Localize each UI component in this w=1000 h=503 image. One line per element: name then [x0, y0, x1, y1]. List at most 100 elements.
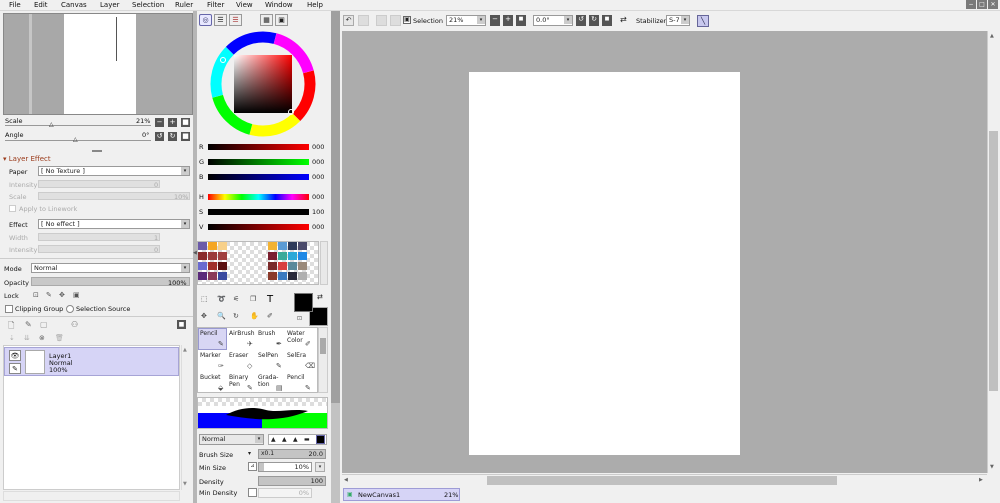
flip-horizontal-icon[interactable]: ⇄ [620, 15, 627, 24]
move-icon[interactable]: ✥ [201, 312, 207, 320]
tool-label[interactable]: Pencil [200, 330, 218, 337]
layer-hscrollbar[interactable] [3, 491, 180, 501]
zoom-reset-button[interactable]: ■ [516, 15, 526, 26]
new-folder-icon[interactable]: ▢ [40, 320, 48, 329]
menu-view[interactable]: View [236, 1, 253, 9]
zoom-select[interactable]: 21% ▾ [446, 15, 486, 26]
min-size-slider[interactable]: 10% [258, 462, 312, 472]
color-wheel-tab-icon[interactable]: ◎ [199, 14, 212, 26]
panel-splitter-grip[interactable] [92, 150, 102, 152]
new-layer-icon[interactable]: 🗋 [8, 320, 14, 334]
primary-color[interactable] [294, 293, 313, 312]
magic-wand-icon[interactable]: ⚟ [233, 295, 239, 303]
v-slider[interactable] [208, 224, 309, 230]
intensity-slider[interactable] [38, 180, 160, 188]
density-slider[interactable]: 100 [258, 476, 326, 486]
redo-icon[interactable] [358, 15, 369, 26]
menu-ruler[interactable]: Ruler [175, 1, 193, 9]
undo-icon[interactable]: ↶ [343, 15, 354, 26]
rotate-right-button[interactable]: ↻ [589, 15, 599, 26]
tool-label[interactable]: Pencil [287, 374, 305, 381]
chevron-down-icon[interactable]: ▾ [248, 450, 251, 457]
show-selection-checkbox[interactable]: ▣ [403, 16, 411, 24]
angle-slider-thumb[interactable]: △ [73, 136, 78, 143]
r-slider[interactable] [208, 144, 309, 150]
hsv-slider-tab-icon[interactable]: ☰ [229, 14, 242, 26]
brush-shape-icon[interactable]: ▬ [304, 436, 310, 443]
rotate-left-button[interactable]: ↺ [576, 15, 586, 26]
color-swatch[interactable] [278, 252, 287, 260]
zoom-reset-button[interactable]: ■ [181, 118, 190, 127]
tool-grid-scrollbar[interactable] [318, 327, 328, 393]
lasso-icon[interactable]: ➰ [217, 295, 226, 303]
canvas-vscrollbar[interactable]: ▲ ▼ [987, 31, 999, 473]
scroll-up-icon[interactable]: ▲ [990, 33, 994, 39]
color-swatch[interactable] [208, 242, 217, 250]
menu-file[interactable]: File [9, 1, 21, 9]
merge-down-icon[interactable]: ⇊ [24, 334, 30, 342]
min-density-pressure-checkbox[interactable] [248, 488, 257, 497]
transfer-down-icon[interactable]: ⇣ [9, 334, 15, 342]
lock-paint-icon[interactable]: ✎ [46, 291, 52, 299]
color-swatch[interactable] [218, 242, 227, 250]
tool-label[interactable]: AirBrush [229, 330, 255, 337]
h-slider[interactable] [208, 194, 309, 200]
apply-linework-checkbox[interactable] [9, 205, 16, 212]
color-swatch[interactable] [298, 272, 307, 280]
canvas-vscroll-thumb[interactable] [989, 131, 998, 391]
zoom-in-button[interactable]: + [503, 15, 513, 26]
tool-label[interactable]: Marker [200, 352, 221, 359]
scroll-right-icon[interactable]: ▶ [979, 477, 983, 483]
color-swatch[interactable] [218, 252, 227, 260]
intensity2-slider[interactable] [38, 245, 160, 253]
tool-panel-scrollbar[interactable] [331, 11, 340, 403]
brush-shape-square-selected[interactable] [316, 435, 325, 444]
invert-selection-icon[interactable] [390, 15, 401, 26]
color-swatch[interactable] [288, 242, 297, 250]
scratchpad-tab-icon[interactable]: ▣ [275, 14, 288, 26]
menu-help[interactable]: Help [307, 1, 323, 9]
scroll-down-icon[interactable]: ▼ [183, 481, 187, 487]
rotate-reset-button[interactable]: ■ [602, 15, 612, 26]
scroll-left-icon[interactable]: ◀ [344, 477, 348, 483]
blend-mode-select[interactable]: Normal ▾ [31, 263, 190, 273]
lock-move-icon[interactable]: ✥ [59, 291, 65, 299]
zoom-out-button[interactable]: − [155, 118, 164, 127]
layer-panel-menu-button[interactable]: ■ [177, 320, 186, 329]
color-swatch[interactable] [208, 262, 217, 270]
color-swatch[interactable] [268, 252, 277, 260]
layer-row[interactable]: 👁 ✎ Layer1 Normal 100% [4, 347, 179, 376]
close-button[interactable]: ✕ [988, 0, 998, 9]
brush-size-slider[interactable]: x0.1 20.0 [258, 449, 326, 459]
navigator-preview[interactable] [3, 13, 193, 115]
zoom-in-button[interactable]: + [168, 118, 177, 127]
s-slider[interactable] [208, 209, 309, 215]
color-swatch[interactable] [268, 262, 277, 270]
color-swatch[interactable] [288, 272, 297, 280]
text-tool-icon[interactable]: T [267, 294, 273, 305]
eyedropper-icon[interactable]: ✐ [267, 312, 273, 320]
maximize-button[interactable]: □ [977, 0, 987, 9]
rotate-right-button[interactable]: ↻ [168, 132, 177, 141]
color-swatch[interactable] [198, 272, 207, 280]
menu-canvas[interactable]: Canvas [61, 1, 87, 9]
rotate-tool-icon[interactable]: ↻ [233, 312, 239, 320]
zoom-tool-icon[interactable]: 🔍 [217, 312, 226, 320]
color-swatch[interactable] [268, 272, 277, 280]
color-swatch[interactable] [208, 252, 217, 260]
tool-label[interactable]: SelPen [258, 352, 278, 359]
texture-scale-slider[interactable] [38, 192, 190, 200]
rect-select-icon[interactable]: ⬚ [201, 295, 208, 303]
scale-slider[interactable] [5, 125, 151, 126]
clipping-group-checkbox[interactable] [5, 305, 13, 313]
tool-label[interactable]: SelEra [287, 352, 306, 359]
new-linework-layer-icon[interactable]: ✎ [25, 320, 32, 329]
swatch-tab-icon[interactable]: ▦ [260, 14, 273, 26]
angle-slider[interactable] [5, 140, 151, 141]
g-slider[interactable] [208, 159, 309, 165]
color-swatch[interactable] [278, 242, 287, 250]
menu-window[interactable]: Window [265, 1, 293, 9]
angle-select[interactable]: 0.0° ▾ [533, 15, 573, 26]
min-size-pressure-icon[interactable]: ⊿ [248, 462, 257, 471]
lock-transparency-icon[interactable]: ⊡ [33, 291, 39, 299]
